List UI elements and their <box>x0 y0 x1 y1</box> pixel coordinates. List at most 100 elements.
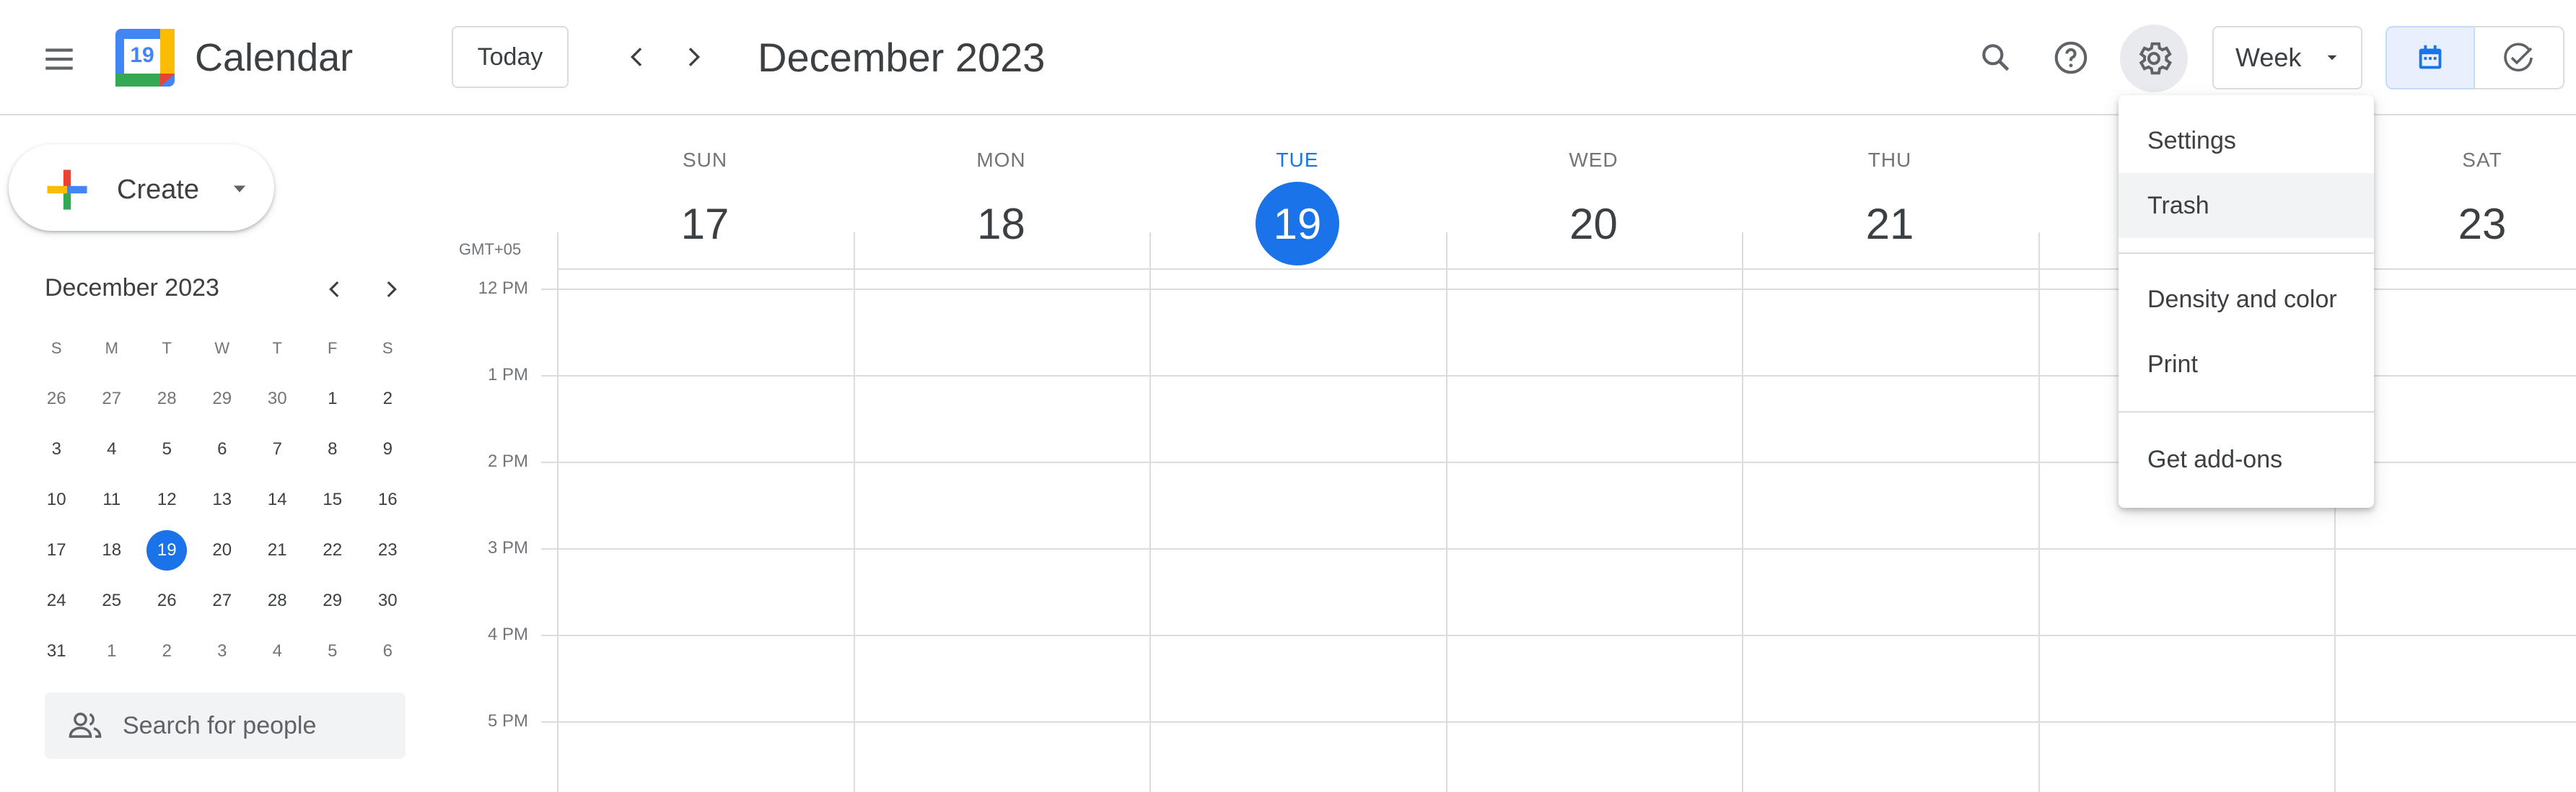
mini-calendar-day[interactable]: 13 <box>195 480 250 520</box>
hour-tick <box>541 462 557 463</box>
mini-calendar-day[interactable]: 27 <box>195 581 250 621</box>
mini-calendar-day[interactable]: 9 <box>360 429 416 470</box>
day-number[interactable]: 23 <box>2440 182 2524 265</box>
day-number[interactable]: 18 <box>960 182 1043 265</box>
mini-calendar-prev-button[interactable] <box>315 271 355 307</box>
mini-calendar-day[interactable]: 30 <box>250 379 305 419</box>
mini-calendar-day-number: 18 <box>102 540 122 560</box>
day-number[interactable]: 21 <box>1848 182 1932 265</box>
day-header-wed[interactable]: WED 20 <box>1446 144 1742 265</box>
mini-calendar-day[interactable]: 4 <box>84 429 140 470</box>
mini-calendar-day[interactable]: 14 <box>250 480 305 520</box>
mini-calendar-day[interactable]: 10 <box>29 480 84 520</box>
search-button[interactable] <box>1964 26 2028 89</box>
create-button[interactable]: Create <box>9 144 274 231</box>
mini-calendar-weekday: T <box>162 339 172 357</box>
mini-calendar-day[interactable]: 5 <box>139 429 195 470</box>
mini-calendar-day[interactable]: 25 <box>84 581 140 621</box>
day-header-sun[interactable]: SUN 17 <box>557 144 853 265</box>
support-button[interactable] <box>2039 26 2103 89</box>
mini-calendar-day[interactable]: 31 <box>29 631 84 672</box>
mini-calendar-day[interactable]: 18 <box>84 530 140 571</box>
mini-calendar-day-number: 7 <box>272 439 282 459</box>
hour-tick <box>541 375 557 377</box>
mini-calendar-day[interactable]: 6 <box>360 631 416 672</box>
menu-item-density-and-color[interactable]: Density and color <box>2119 267 2374 332</box>
people-icon <box>69 713 102 738</box>
hour-line <box>557 548 2576 550</box>
day-header-mon[interactable]: MON 18 <box>854 144 1149 265</box>
mini-calendar-day-number: 9 <box>382 439 393 459</box>
mini-calendar-day[interactable]: 3 <box>29 429 84 470</box>
mini-calendar-day-number: 14 <box>267 490 287 509</box>
menu-item-print[interactable]: Print <box>2119 332 2374 397</box>
mini-calendar-day[interactable]: 15 <box>305 480 361 520</box>
mini-calendar-day[interactable]: 29 <box>195 379 250 419</box>
day-column-divider <box>2038 232 2040 792</box>
mini-calendar-day[interactable]: 1 <box>305 379 361 419</box>
mini-calendar-day[interactable]: 3 <box>195 631 250 672</box>
mini-calendar-day[interactable]: 1 <box>84 631 140 672</box>
mini-calendar-day[interactable]: 7 <box>250 429 305 470</box>
mini-calendar-day[interactable]: 26 <box>29 379 84 419</box>
mini-calendar-day[interactable]: 21 <box>250 530 305 571</box>
mini-calendar-day-number: 27 <box>212 591 232 610</box>
day-number[interactable]: 19 <box>1256 182 1339 265</box>
mini-calendar-day[interactable]: 27 <box>84 379 140 419</box>
mini-calendar-day[interactable]: 2 <box>360 379 416 419</box>
previous-week-button[interactable] <box>606 26 668 88</box>
mini-calendar-day[interactable]: 28 <box>139 379 195 419</box>
logo-day-number: 19 <box>130 43 154 67</box>
mini-calendar-day[interactable]: 4 <box>250 631 305 672</box>
mini-calendar-day[interactable]: 17 <box>29 530 84 571</box>
caret-down-icon <box>2327 55 2337 61</box>
mini-calendar-next-button[interactable] <box>371 271 411 307</box>
mini-calendar-day[interactable]: 20 <box>195 530 250 571</box>
view-switcher-dropdown[interactable]: Week <box>2212 26 2362 89</box>
mini-calendar-day-number: 4 <box>272 641 282 661</box>
mini-calendar-day[interactable]: 8 <box>305 429 361 470</box>
chevron-right-icon <box>688 48 701 66</box>
calendar-view-toggle[interactable] <box>2386 26 2475 89</box>
mini-calendar-day-number: 2 <box>162 641 172 661</box>
day-header-tue[interactable]: TUE 19 <box>1149 144 1445 265</box>
day-name: SUN <box>682 149 728 171</box>
menu-item-trash[interactable]: Trash <box>2119 173 2374 238</box>
app-title: Calendar <box>195 36 354 79</box>
tasks-view-toggle[interactable] <box>2474 26 2564 89</box>
mini-calendar-week-row: 3 4 5 6 7 8 9 <box>29 424 416 475</box>
mini-calendar-day[interactable]: 28 <box>250 581 305 621</box>
mini-calendar-day[interactable]: 6 <box>195 429 250 470</box>
mini-calendar-day-number: 29 <box>323 591 343 610</box>
mini-calendar-day[interactable]: 11 <box>84 480 140 520</box>
mini-calendar-day-number: 6 <box>217 439 227 459</box>
today-button[interactable]: Today <box>452 26 569 88</box>
mini-calendar-weekday: F <box>328 339 338 357</box>
people-search-input[interactable]: Search for people <box>45 692 406 759</box>
hour-label: 12 PM <box>478 278 528 298</box>
mini-calendar-day[interactable]: 29 <box>305 581 361 621</box>
menu-item-get-add-ons[interactable]: Get add-ons <box>2119 427 2374 492</box>
mini-calendar-day[interactable]: 30 <box>360 581 416 621</box>
main-menu-button[interactable] <box>22 22 97 97</box>
mini-calendar-title: December 2023 <box>45 274 219 302</box>
mini-calendar-day[interactable]: 26 <box>139 581 195 621</box>
settings-menu-button[interactable] <box>2120 25 2188 92</box>
hour-tick <box>541 721 557 723</box>
hour-line <box>557 635 2576 636</box>
mini-calendar-day[interactable]: 23 <box>360 530 416 571</box>
next-week-button[interactable] <box>662 26 724 88</box>
day-number[interactable]: 17 <box>663 182 747 265</box>
mini-calendar-day[interactable]: 24 <box>29 581 84 621</box>
mini-calendar-day[interactable]: 16 <box>360 480 416 520</box>
menu-item-settings[interactable]: Settings <box>2119 108 2374 173</box>
mini-calendar-day[interactable]: 5 <box>305 631 361 672</box>
mini-calendar-day[interactable]: 12 <box>139 480 195 520</box>
mini-calendar-day-number: 3 <box>217 641 227 661</box>
mini-calendar-day-selected[interactable]: 19 <box>139 530 195 571</box>
mini-calendar-day[interactable]: 2 <box>139 631 195 672</box>
day-header-thu[interactable]: THU 21 <box>1742 144 2038 265</box>
mini-calendar-day[interactable]: 22 <box>305 530 361 571</box>
day-number[interactable]: 20 <box>1552 182 1636 265</box>
calendar-logo[interactable]: 19 <box>115 29 175 87</box>
